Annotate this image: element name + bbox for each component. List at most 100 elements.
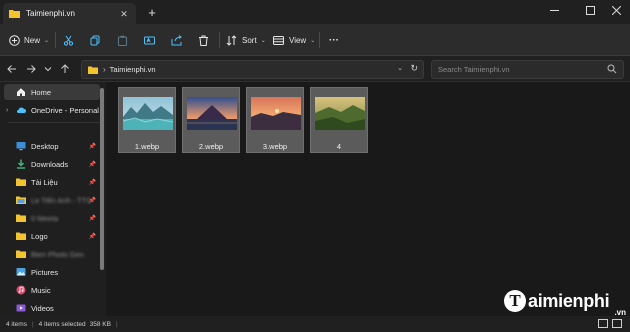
- tab-taimienphi[interactable]: Taimienphi.vn ✕: [3, 3, 136, 24]
- file-name: 1.webp: [134, 142, 160, 151]
- search-input[interactable]: [438, 65, 603, 74]
- chevron-down-icon: ⌄: [310, 37, 316, 44]
- sidebar-item-music[interactable]: Music: [4, 282, 100, 298]
- file-item[interactable]: 4: [310, 87, 368, 153]
- paste-button[interactable]: [117, 31, 128, 49]
- title-bar: Taimienphi.vn ✕ +: [0, 0, 630, 24]
- breadcrumb-current[interactable]: Taimienphi.vn: [110, 65, 156, 74]
- close-icon: [611, 5, 621, 15]
- sidebar-item-videos[interactable]: Videos: [4, 300, 100, 316]
- selection-count: 4 items selected: [38, 320, 86, 328]
- view-button-label: View: [289, 35, 307, 45]
- sidebar-item-folder-9[interactable]: Bien Photo Gen: [4, 246, 100, 262]
- sort-button[interactable]: Sort ⌄: [226, 31, 266, 49]
- item-count: 4 items: [6, 320, 27, 328]
- chevron-down-icon: [44, 67, 52, 72]
- pin-icon: 📌: [88, 143, 96, 150]
- selection-size: 358 KB: [89, 320, 111, 328]
- folder-icon: [16, 250, 26, 258]
- sort-button-label: Sort: [242, 35, 257, 45]
- folder-icon: [9, 10, 20, 18]
- sidebar-item-tai-lieu[interactable]: Tài Liệu 📌: [4, 174, 100, 190]
- navigation-pane: Home › OneDrive - Personal Desktop 📌 Dow…: [0, 82, 106, 316]
- file-thumbnail: [187, 97, 237, 130]
- file-thumbnail: [251, 97, 301, 130]
- sidebar-item-home[interactable]: Home: [4, 84, 100, 100]
- arrow-left-icon: [7, 65, 16, 73]
- copy-button[interactable]: [90, 31, 101, 49]
- sidebar-item-label: Tài Liệu: [31, 177, 58, 187]
- tab-title: Taimienphi.vn: [26, 9, 75, 18]
- close-window-button[interactable]: [602, 0, 630, 20]
- sidebar-item-onedrive[interactable]: › OneDrive - Personal: [4, 102, 100, 118]
- new-tab-button[interactable]: +: [145, 6, 159, 20]
- sidebar-scrollbar[interactable]: [100, 88, 104, 270]
- sidebar-item-label: Downloads: [31, 159, 69, 169]
- sidebar-item-label: OneDrive - Personal: [31, 105, 99, 115]
- rename-button[interactable]: [144, 31, 155, 49]
- sidebar-item-label: Home: [31, 87, 52, 97]
- details-view-icon[interactable]: [598, 319, 608, 328]
- sidebar-item-label: 0 Meeta: [31, 213, 59, 223]
- view-icon: [273, 35, 284, 45]
- refresh-icon[interactable]: ↻: [410, 63, 418, 74]
- maximize-button[interactable]: [576, 0, 604, 20]
- new-button-label: New: [24, 35, 41, 45]
- file-item[interactable]: 3.webp: [246, 87, 304, 153]
- home-icon: [17, 88, 25, 96]
- back-button[interactable]: [4, 61, 20, 77]
- file-item[interactable]: 1.webp: [118, 87, 176, 153]
- share-icon: [171, 34, 182, 45]
- minimize-icon: [549, 9, 559, 11]
- cloud-icon: [17, 107, 26, 113]
- folder-icon: [16, 232, 26, 240]
- trash-icon: [199, 35, 208, 46]
- folder-icon: [88, 66, 98, 74]
- sidebar-item-folder-5[interactable]: Le Tiến Anh - TTS 📌: [4, 192, 100, 208]
- copy-icon: [90, 35, 100, 45]
- status-separator: |: [115, 320, 118, 328]
- sidebar-item-desktop[interactable]: Desktop 📌: [4, 138, 100, 154]
- status-separator: |: [31, 320, 34, 328]
- forward-button[interactable]: [23, 61, 39, 77]
- toolbar-divider: [219, 32, 220, 48]
- plus-circle-icon: [9, 34, 20, 46]
- pin-icon: 📌: [88, 233, 96, 240]
- address-history-dropdown[interactable]: ⌄: [397, 64, 403, 72]
- pictures-icon: [16, 268, 26, 276]
- toolbar-divider: [55, 32, 56, 48]
- sidebar-item-logo[interactable]: Logo 📌: [4, 228, 100, 244]
- command-bar: New ⌄ Sort ⌄ View ⌄ ···: [0, 24, 630, 56]
- chevron-right-icon[interactable]: ›: [6, 107, 8, 114]
- sidebar-item-pictures[interactable]: Pictures: [4, 264, 100, 280]
- view-button[interactable]: View ⌄: [273, 31, 315, 49]
- maximize-icon: [585, 5, 595, 15]
- minimize-button[interactable]: [540, 0, 568, 20]
- more-options-button[interactable]: ···: [329, 31, 339, 49]
- search-box[interactable]: [431, 60, 624, 79]
- folder-icon: [16, 196, 26, 204]
- sidebar-item-label: Logo: [31, 231, 48, 241]
- status-bar: 4 items | 4 items selected 358 KB |: [0, 316, 630, 332]
- cut-button[interactable]: [63, 31, 74, 49]
- sidebar-item-label: Bien Photo Gen: [31, 249, 84, 259]
- arrow-up-icon: [61, 64, 69, 73]
- sidebar-item-label: Pictures: [31, 267, 59, 277]
- chevron-down-icon: ⌄: [260, 37, 266, 44]
- address-row: › Taimienphi.vn ⌄ ↻: [0, 56, 630, 82]
- recent-locations-button[interactable]: [40, 61, 56, 77]
- file-thumbnail: [123, 97, 173, 130]
- delete-button[interactable]: [198, 31, 209, 49]
- address-bar[interactable]: › Taimienphi.vn ⌄ ↻: [81, 60, 424, 79]
- sidebar-item-folder-6[interactable]: 0 Meeta 📌: [4, 210, 100, 226]
- share-button[interactable]: [171, 31, 182, 49]
- sidebar-item-downloads[interactable]: Downloads 📌: [4, 156, 100, 172]
- up-button[interactable]: [57, 61, 73, 77]
- file-item[interactable]: 2.webp: [182, 87, 240, 153]
- close-tab-icon[interactable]: ✕: [118, 8, 130, 20]
- new-button[interactable]: New ⌄: [9, 31, 49, 49]
- search-icon: [607, 64, 617, 74]
- file-name: 4: [336, 142, 342, 151]
- sort-icon: [226, 34, 237, 46]
- tiles-view-icon[interactable]: [612, 319, 622, 328]
